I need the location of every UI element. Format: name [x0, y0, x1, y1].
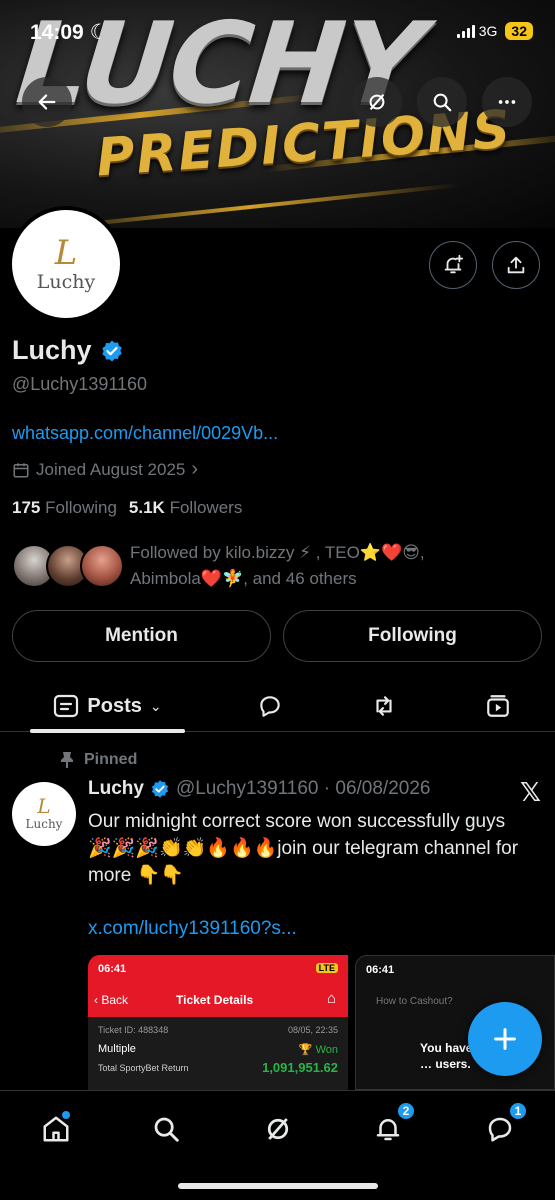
mutual-followers-avatars[interactable]: [12, 544, 124, 590]
followed-by-text[interactable]: Followed by kilo.bizzy ⚡ , TEO⭐❤️😎, Abim…: [130, 540, 540, 592]
bell-plus-icon: [444, 254, 464, 274]
repost-icon: [376, 696, 392, 716]
battery-indicator: 32: [505, 22, 533, 40]
grok-icon: [267, 1118, 289, 1140]
calendar-icon: [13, 462, 29, 477]
status-time: 14:09 ☾: [30, 21, 109, 44]
network-label: 3G: [478, 23, 498, 39]
grok-button[interactable]: [352, 77, 402, 127]
signal-icon: [456, 24, 475, 38]
tab-replies[interactable]: [248, 680, 292, 732]
media-title: Ticket Details: [176, 993, 254, 1007]
verified-badge-icon: [150, 779, 170, 799]
tab-reposts[interactable]: [362, 680, 406, 732]
compose-button[interactable]: [468, 1002, 542, 1076]
x-logo-icon: 𝕏: [520, 778, 541, 808]
chevron-down-icon: ⌄: [149, 697, 162, 714]
search-icon: [433, 93, 452, 112]
post-header: Luchy @Luchy1391160 · 06/08/2026: [88, 778, 430, 800]
post-author-name[interactable]: Luchy: [88, 778, 144, 800]
avatar-logo-letter: L: [54, 232, 78, 273]
nav-search[interactable]: [146, 1109, 186, 1149]
nav-notifications[interactable]: 2: [368, 1101, 416, 1149]
avatar-logo-text: Luchy: [36, 270, 96, 293]
nav-messages[interactable]: 1: [480, 1101, 528, 1149]
media-icon: [487, 695, 509, 717]
nav-home[interactable]: [36, 1109, 76, 1149]
joined-date[interactable]: Joined August 2025 ›: [12, 458, 198, 481]
search-button[interactable]: [417, 77, 467, 127]
home-icon: ⌂: [326, 990, 336, 1007]
posts-icon: [54, 694, 79, 718]
more-button[interactable]: [482, 77, 532, 127]
share-button[interactable]: [492, 241, 540, 289]
profile-link[interactable]: whatsapp.com/channel/0029Vb...: [12, 423, 278, 444]
post-handle-date: @Luchy1391160 · 06/08/2026: [175, 778, 431, 799]
search-icon: [154, 1117, 179, 1142]
cashout-question: How to Cashout?: [376, 996, 453, 1007]
plus-icon: [494, 1028, 516, 1050]
return-value: 1,091,951.62: [262, 1060, 338, 1075]
avatar: [80, 544, 124, 588]
profile-tabs: Posts ⌄: [0, 680, 555, 732]
pin-icon: [61, 752, 73, 768]
post-image-ticket[interactable]: 06:41 LTE ‹ Back Ticket Details ⌂ Ticket…: [88, 955, 348, 1090]
profile-name: Luchy: [12, 335, 124, 366]
pinned-label: Pinned: [60, 751, 137, 769]
share-icon: [507, 256, 525, 274]
more-dots-icon: [498, 100, 516, 104]
followers-count[interactable]: 5.1K Followers: [129, 498, 242, 518]
nav-grok[interactable]: [258, 1109, 298, 1149]
arrow-left-icon: [38, 94, 56, 110]
active-tab-indicator: [30, 729, 185, 733]
home-notification-dot: [62, 1111, 70, 1119]
following-count[interactable]: 175 Following: [12, 498, 117, 518]
media-status-time: 06:41: [98, 963, 127, 975]
ticket-id: Ticket ID: 488348: [98, 1025, 169, 1035]
post-text: Our midnight correct score won successfu…: [88, 811, 519, 886]
tab-posts-label: Posts: [87, 694, 142, 717]
following-button[interactable]: Following: [283, 610, 542, 662]
bet-status: 🏆 Won: [298, 1044, 338, 1056]
media-network: LTE: [315, 963, 338, 973]
messages-badge: 1: [508, 1101, 528, 1121]
back-button[interactable]: [22, 77, 72, 127]
notifications-badge: 2: [396, 1101, 416, 1121]
notify-button[interactable]: [429, 241, 477, 289]
profile-avatar[interactable]: L Luchy: [8, 206, 124, 322]
return-label: Total SportyBet Return: [98, 1063, 189, 1073]
home-indicator[interactable]: [178, 1183, 378, 1189]
mention-button[interactable]: Mention: [12, 610, 271, 662]
verified-badge-icon[interactable]: [100, 339, 124, 363]
status-indicators: 3G 32: [456, 22, 533, 40]
follow-counts: 175 Following 5.1K Followers: [12, 498, 242, 518]
profile-handle: @Luchy1391160: [12, 374, 148, 394]
ticket-date: 08/05, 22:35: [287, 1025, 338, 1035]
moon-icon: ☾: [89, 21, 109, 44]
post-link[interactable]: x.com/luchy1391160?s...: [88, 918, 297, 940]
chevron-right-icon: ›: [191, 458, 199, 480]
post-author-avatar[interactable]: L Luchy: [12, 782, 76, 846]
tab-posts[interactable]: Posts ⌄: [30, 680, 185, 732]
reply-icon: [260, 696, 280, 717]
media-back-link: ‹ Back: [94, 993, 129, 1007]
grok-icon: [369, 94, 385, 110]
bet-type: Multiple: [98, 1043, 136, 1055]
tab-media[interactable]: [476, 680, 520, 732]
media-status-time: 06:41: [366, 964, 395, 976]
